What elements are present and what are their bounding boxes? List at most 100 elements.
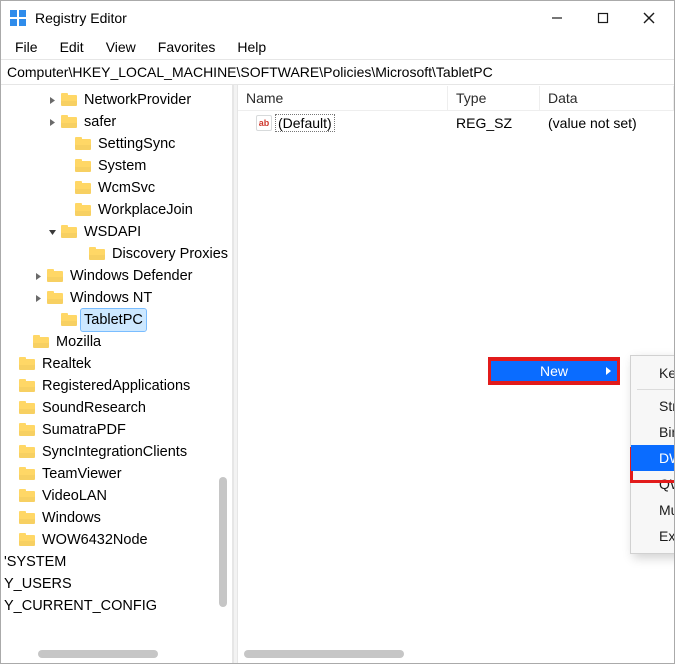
tree-item-label: WcmSvc xyxy=(95,177,158,199)
submenu-item-key[interactable]: Key xyxy=(631,360,674,386)
folder-icon xyxy=(61,115,77,129)
tree-item[interactable]: SoundResearch xyxy=(1,397,232,419)
titlebar: Registry Editor xyxy=(1,1,674,35)
context-menu-new-highlight: New xyxy=(488,357,620,385)
tree-item-truncated[interactable]: Y_USERS xyxy=(1,573,232,595)
tree-item-label: WorkplaceJoin xyxy=(95,199,196,221)
tree-item[interactable]: NetworkProvider xyxy=(1,89,232,111)
new-submenu: Key String ValueBinary ValueDWORD (32-bit… xyxy=(630,355,674,554)
folder-icon xyxy=(19,401,35,415)
folder-icon xyxy=(47,291,63,305)
chevron-right-icon[interactable] xyxy=(31,269,45,283)
column-header-type[interactable]: Type xyxy=(448,86,540,110)
tree-item-label: Windows NT xyxy=(67,287,155,309)
chevron-right-icon[interactable] xyxy=(31,291,45,305)
string-value-icon: ab xyxy=(256,115,272,131)
tree-item[interactable]: VideoLAN xyxy=(1,485,232,507)
close-button[interactable] xyxy=(626,1,672,35)
tree-item[interactable]: System xyxy=(1,155,232,177)
split-pane: NetworkProvidersaferSettingSyncSystemWcm… xyxy=(1,85,674,663)
minimize-button[interactable] xyxy=(534,1,580,35)
tree-item[interactable]: Windows Defender xyxy=(1,265,232,287)
expander-blank xyxy=(3,467,17,481)
tree-horizontal-scrollbar[interactable] xyxy=(3,648,216,660)
registry-tree[interactable]: NetworkProvidersaferSettingSyncSystemWcm… xyxy=(1,85,232,663)
tree-item-label: TeamViewer xyxy=(39,463,125,485)
menu-file[interactable]: File xyxy=(5,37,48,57)
tree-item-label: SyncIntegrationClients xyxy=(39,441,190,463)
tree-item-label: Windows Defender xyxy=(67,265,196,287)
value-data: (value not set) xyxy=(540,115,674,131)
submenu-item[interactable]: QWORD (64-bit) Value xyxy=(631,471,674,497)
tree-item[interactable]: TeamViewer xyxy=(1,463,232,485)
folder-icon xyxy=(61,313,77,327)
tree-item[interactable]: RegisteredApplications xyxy=(1,375,232,397)
tree-item[interactable]: Discovery Proxies xyxy=(1,243,232,265)
folder-icon xyxy=(47,269,63,283)
address-bar[interactable]: Computer\HKEY_LOCAL_MACHINE\SOFTWARE\Pol… xyxy=(1,59,674,85)
menu-favorites[interactable]: Favorites xyxy=(148,37,226,57)
tree-item-label: 'SYSTEM xyxy=(1,551,69,573)
value-row[interactable]: ab(Default)REG_SZ(value not set) xyxy=(238,111,674,135)
submenu-item[interactable]: Multi-String Value xyxy=(631,497,674,523)
column-header-data[interactable]: Data xyxy=(540,86,674,110)
tree-item[interactable]: SumatraPDF xyxy=(1,419,232,441)
folder-icon xyxy=(19,489,35,503)
tree-item[interactable]: WOW6432Node xyxy=(1,529,232,551)
submenu-item[interactable]: Binary Value xyxy=(631,419,674,445)
submenu-item[interactable]: Expandable String Value xyxy=(631,523,674,549)
folder-icon xyxy=(19,511,35,525)
folder-icon xyxy=(19,467,35,481)
tree-item-truncated[interactable]: 'SYSTEM xyxy=(1,551,232,573)
tree-item[interactable]: SettingSync xyxy=(1,133,232,155)
submenu-item[interactable]: DWORD (32-bit) Value xyxy=(631,445,674,471)
folder-icon xyxy=(75,159,91,173)
tree-item[interactable]: Windows NT xyxy=(1,287,232,309)
list-header: Name Type Data xyxy=(238,85,674,111)
submenu-item[interactable]: String Value xyxy=(631,393,674,419)
folder-icon xyxy=(19,379,35,393)
expander-blank xyxy=(17,335,31,349)
folder-icon xyxy=(75,181,91,195)
tree-item[interactable]: safer xyxy=(1,111,232,133)
tree-item[interactable]: Windows xyxy=(1,507,232,529)
context-menu-new[interactable]: New xyxy=(491,361,617,381)
maximize-button[interactable] xyxy=(580,1,626,35)
tree-item-label: VideoLAN xyxy=(39,485,110,507)
expander-blank xyxy=(59,203,73,217)
tree-item[interactable]: Realtek xyxy=(1,353,232,375)
chevron-right-icon[interactable] xyxy=(45,115,59,129)
tree-item[interactable]: SyncIntegrationClients xyxy=(1,441,232,463)
tree-item-label: RegisteredApplications xyxy=(39,375,193,397)
tree-item-truncated[interactable]: Y_CURRENT_CONFIG xyxy=(1,595,232,617)
value-list[interactable]: ab(Default)REG_SZ(value not set) xyxy=(238,111,674,135)
expander-blank xyxy=(73,247,87,261)
folder-icon xyxy=(19,423,35,437)
tree-vertical-scrollbar[interactable] xyxy=(216,87,230,647)
folder-icon xyxy=(19,533,35,547)
menu-edit[interactable]: Edit xyxy=(50,37,94,57)
expander-blank xyxy=(45,313,59,327)
tree-item-label: WSDAPI xyxy=(81,221,144,243)
tree-item-label: System xyxy=(95,155,149,177)
tree-item[interactable]: WcmSvc xyxy=(1,177,232,199)
tree-item[interactable]: Mozilla xyxy=(1,331,232,353)
chevron-down-icon[interactable] xyxy=(45,225,59,239)
column-header-name[interactable]: Name xyxy=(238,86,448,110)
chevron-right-icon xyxy=(606,367,611,375)
expander-blank xyxy=(3,533,17,547)
menu-view[interactable]: View xyxy=(96,37,146,57)
menu-help[interactable]: Help xyxy=(227,37,276,57)
folder-icon xyxy=(75,203,91,217)
list-horizontal-scrollbar[interactable] xyxy=(244,648,668,660)
chevron-right-icon[interactable] xyxy=(45,93,59,107)
tree-item-label: Windows xyxy=(39,507,104,529)
tree-item[interactable]: TabletPC xyxy=(1,309,232,331)
value-type: REG_SZ xyxy=(448,115,540,131)
tree-item-label: SumatraPDF xyxy=(39,419,129,441)
tree-item[interactable]: WSDAPI xyxy=(1,221,232,243)
tree-item-label: SoundResearch xyxy=(39,397,149,419)
tree-item-label: Discovery Proxies xyxy=(109,243,231,265)
tree-item[interactable]: WorkplaceJoin xyxy=(1,199,232,221)
folder-icon xyxy=(61,225,77,239)
